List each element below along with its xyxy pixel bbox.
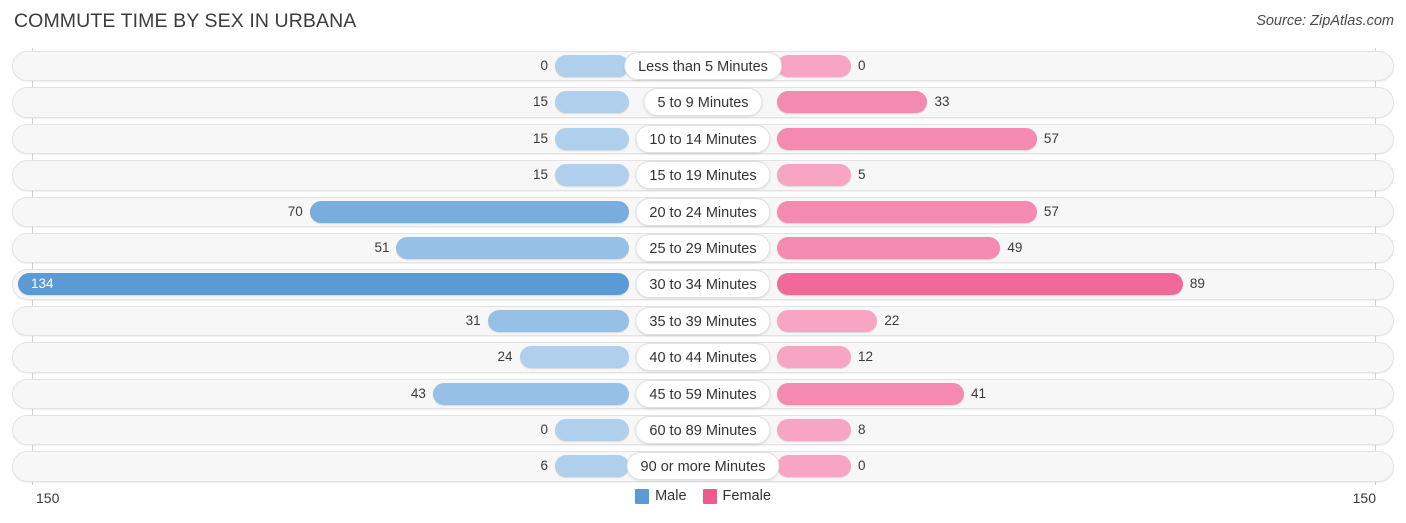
bar-value-male: 15 [532, 167, 548, 183]
bar-female[interactable] [777, 164, 851, 187]
category-label-pill: 90 or more Minutes [626, 452, 780, 481]
bar-row: 134 89 30 to 34 Minutes [12, 266, 1394, 302]
bar-female[interactable] [777, 55, 851, 77]
bar-rows-container: 0 0 Less than 5 Minutes 15 33 5 to 9 Minutes 1… [12, 48, 1394, 485]
legend-item-male[interactable]: Male [635, 488, 687, 504]
legend-item-female[interactable]: Female [702, 488, 771, 504]
bar-value-male: 15 [532, 130, 548, 146]
bar-female[interactable] [777, 127, 1037, 150]
bar-row: 43 41 45 to 59 Minutes [12, 376, 1394, 412]
bar-value-female: 0 [858, 58, 866, 73]
bar-value-female: 41 [970, 385, 986, 401]
bar-value-male: 0 [540, 421, 548, 437]
bar-value-female: 89 [1189, 276, 1205, 292]
bar-value-female: 5 [858, 167, 866, 183]
chart-legend: Male Female [12, 488, 1394, 504]
bar-female[interactable] [777, 346, 851, 369]
bar-value-male: 31 [465, 312, 481, 328]
bar-value-female: 49 [1007, 239, 1023, 255]
category-label-pill: 60 to 89 Minutes [635, 415, 771, 444]
bar-row: 15 57 10 to 14 Minutes [12, 121, 1394, 157]
bar-value-male: 15 [532, 94, 548, 110]
bar-male[interactable] [555, 127, 629, 150]
bar-male[interactable] [555, 418, 629, 441]
bar-row: 6 0 90 or more Minutes [12, 448, 1394, 484]
bar-female[interactable] [777, 382, 964, 405]
category-label-pill: 15 to 19 Minutes [635, 161, 771, 190]
bar-value-female: 33 [934, 94, 950, 110]
bar-value-male: 70 [287, 203, 303, 219]
category-label-pill: 30 to 34 Minutes [635, 270, 771, 299]
legend-label: Male [655, 488, 687, 504]
bar-value-male: 51 [374, 239, 390, 255]
bar-row: 51 49 25 to 29 Minutes [12, 230, 1394, 266]
bar-row: 0 8 60 to 89 Minutes [12, 412, 1394, 448]
bar-value-female: 12 [858, 349, 874, 365]
bar-row: 24 12 40 to 44 Minutes [12, 339, 1394, 375]
bar-value-male: 6 [540, 458, 548, 474]
bar-female[interactable] [777, 455, 851, 478]
bar-row: 70 57 20 to 24 Minutes [12, 194, 1394, 230]
chart-header: COMMUTE TIME BY SEX IN URBANA Source: Zi… [0, 0, 1406, 46]
bar-value-female: 8 [858, 421, 866, 437]
bar-value-female: 57 [1043, 203, 1059, 219]
category-label-pill: Less than 5 Minutes [624, 52, 782, 80]
bar-female[interactable] [777, 91, 928, 114]
bar-row: 0 0 Less than 5 Minutes [12, 48, 1394, 84]
category-label-pill: 10 to 14 Minutes [635, 124, 771, 153]
bar-value-male: 0 [540, 58, 548, 73]
bar-male[interactable] [555, 55, 629, 77]
bar-male[interactable] [555, 455, 629, 478]
axis-label-right: 150 [1352, 490, 1376, 506]
bar-value-female: 22 [884, 312, 900, 328]
bar-value-male: 43 [410, 385, 426, 401]
category-label-pill: 45 to 59 Minutes [635, 379, 771, 408]
bar-male[interactable] [309, 200, 629, 223]
bar-row: 31 22 35 to 39 Minutes [12, 303, 1394, 339]
bar-male[interactable] [519, 346, 629, 369]
legend-swatch-icon [635, 488, 650, 504]
bar-male[interactable] [487, 309, 629, 332]
bar-row: 15 33 5 to 9 Minutes [12, 84, 1394, 120]
bar-row: 15 5 15 to 19 Minutes [12, 157, 1394, 193]
bar-female[interactable] [777, 273, 1183, 296]
category-label-pill: 40 to 44 Minutes [635, 343, 771, 372]
bar-male[interactable] [555, 164, 629, 187]
bar-value-male: 24 [497, 349, 513, 365]
source-attribution: Source: ZipAtlas.com [1256, 13, 1394, 29]
legend-label: Female [722, 488, 771, 504]
bar-male[interactable] [18, 273, 629, 296]
bar-female[interactable] [777, 418, 851, 441]
category-label-pill: 35 to 39 Minutes [635, 306, 771, 335]
bar-male[interactable] [432, 382, 629, 405]
category-label-pill: 25 to 29 Minutes [635, 233, 771, 262]
bar-female[interactable] [777, 200, 1037, 223]
bar-value-female: 57 [1043, 130, 1059, 146]
category-label-pill: 5 to 9 Minutes [643, 88, 763, 117]
bar-female[interactable] [777, 236, 1001, 259]
chart-footer: 150 Male Female 150 [12, 486, 1394, 516]
bar-male[interactable] [555, 91, 629, 114]
bar-male[interactable] [396, 236, 629, 259]
category-label-pill: 20 to 24 Minutes [635, 197, 771, 226]
legend-swatch-icon [702, 488, 717, 504]
bar-female[interactable] [777, 309, 878, 332]
page-title: COMMUTE TIME BY SEX IN URBANA [14, 10, 357, 32]
bar-value-female: 0 [858, 458, 866, 474]
bar-value-male: 134 [31, 276, 54, 292]
chart-plot-area: 0 0 Less than 5 Minutes 15 33 5 to 9 Minutes 1… [12, 48, 1394, 485]
